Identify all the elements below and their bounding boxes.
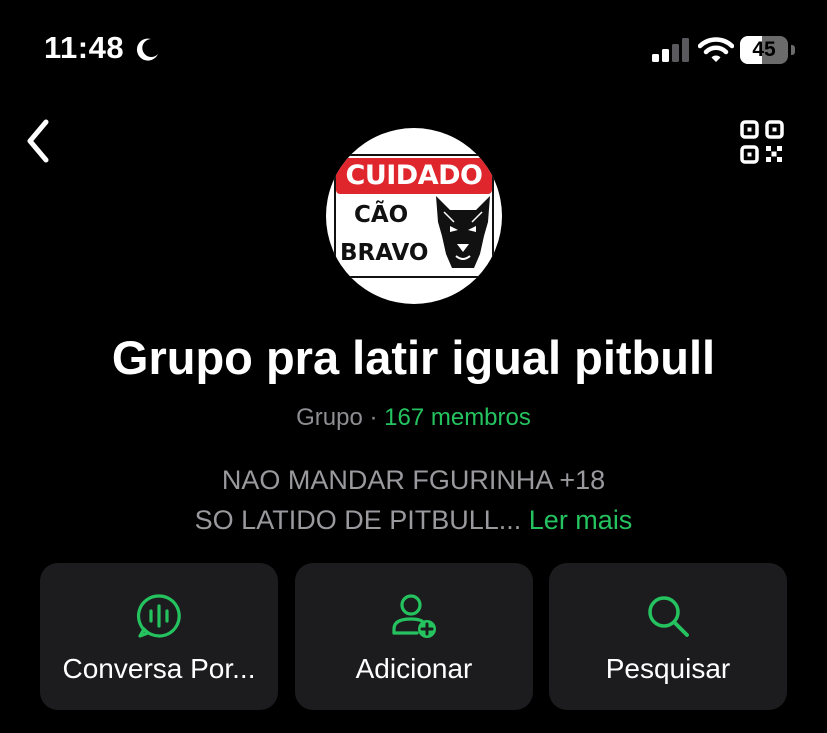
member-count-link[interactable]: 167 membros: [384, 404, 531, 431]
search-button[interactable]: Pesquisar: [549, 563, 787, 710]
description-line-2-text: SO LATIDO DE PITBULL...: [194, 505, 522, 535]
group-description: NAO MANDAR FGURINHA +18 SO LATIDO DE PIT…: [0, 460, 827, 540]
battery-indicator: 45: [740, 36, 796, 64]
read-more-link[interactable]: Ler mais: [529, 505, 633, 535]
add-member-label: Adicionar: [355, 653, 473, 684]
pitbull-head-icon: [436, 196, 490, 268]
subtitle-separator: ·: [362, 404, 385, 431]
qr-code-button[interactable]: [738, 118, 786, 166]
group-avatar[interactable]: CUIDADO CÃO BRAVO: [326, 128, 502, 304]
group-subtitle: Grupo · 167 membros: [0, 404, 827, 432]
status-time: 11:48: [44, 30, 125, 65]
description-line-2: SO LATIDO DE PITBULL... Ler mais: [0, 500, 827, 540]
cellular-signal-icon: [652, 38, 689, 62]
add-user-icon: [392, 594, 436, 638]
moon-icon: [136, 38, 158, 61]
description-line-1: NAO MANDAR FGURINHA +18: [221, 465, 606, 495]
group-type-label: Grupo: [296, 404, 363, 431]
battery-tip: [791, 45, 795, 55]
voice-chat-label: Conversa Por...: [62, 653, 256, 684]
battery-level: 45: [752, 38, 776, 61]
avatar-sign-line-1: CÃO: [354, 202, 409, 228]
wifi-icon: [698, 37, 734, 62]
chevron-left-icon: [27, 119, 49, 163]
group-title: Grupo pra latir igual pitbull: [111, 331, 716, 384]
voice-chat-icon: [136, 594, 181, 638]
voice-chat-button[interactable]: Conversa Por...: [40, 563, 278, 710]
search-label: Pesquisar: [605, 653, 731, 684]
add-member-button[interactable]: Adicionar: [295, 563, 533, 710]
back-button[interactable]: [18, 114, 62, 168]
avatar-sign-header: CUIDADO: [336, 158, 492, 194]
avatar-sign-line-2: BRAVO: [340, 240, 429, 266]
status-bar: 11:48 45: [0, 0, 827, 100]
battery-body: 45: [740, 36, 788, 64]
search-icon: [648, 596, 689, 637]
